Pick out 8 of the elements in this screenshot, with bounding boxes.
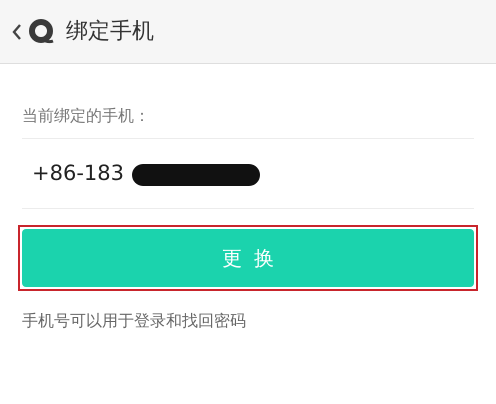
- app-logo-icon: [28, 18, 54, 44]
- page-title: 绑定手机: [66, 18, 154, 46]
- back-icon: [12, 22, 22, 40]
- current-phone-label: 当前绑定的手机：: [22, 104, 474, 139]
- hint-text: 手机号可以用于登录和找回密码: [22, 310, 247, 332]
- change-button[interactable]: 更换: [22, 229, 474, 287]
- phone-number: +86-183: [32, 160, 124, 187]
- back-button[interactable]: [12, 18, 54, 44]
